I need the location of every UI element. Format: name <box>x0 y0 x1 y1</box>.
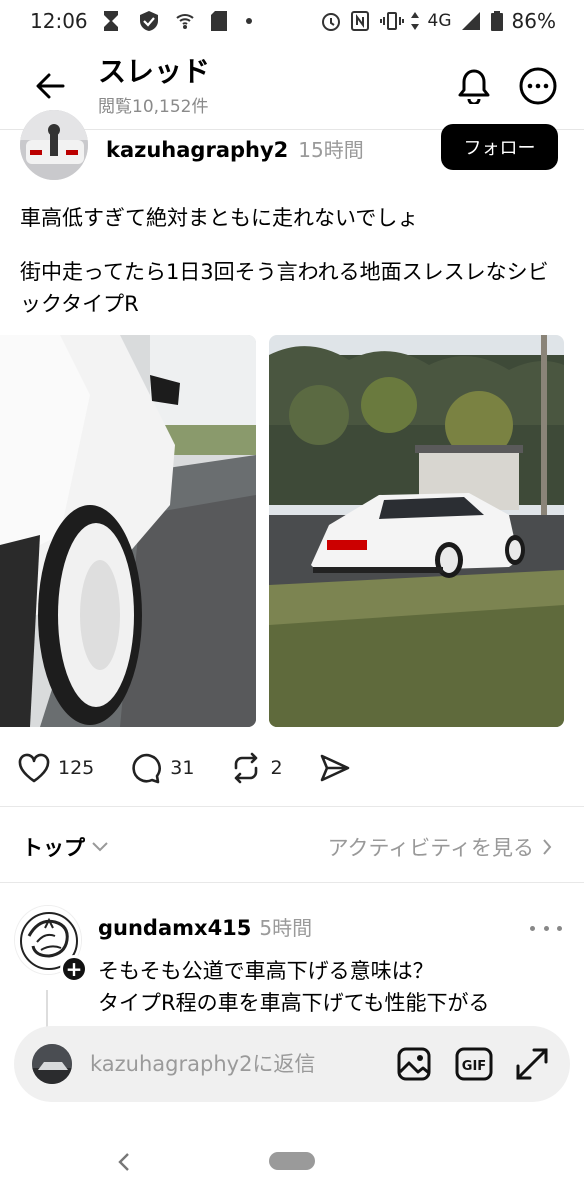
gif-button[interactable]: GIF <box>454 1044 494 1084</box>
notification-dot-icon <box>245 18 252 24</box>
post-actions: 125 31 2 <box>18 750 387 786</box>
home-pill[interactable] <box>269 1152 315 1170</box>
activity-link[interactable]: アクティビティを見る <box>328 832 552 862</box>
activity-link-label: アクティビティを見る <box>327 836 534 860</box>
gif-icon: GIF <box>455 1047 493 1081</box>
system-back-button[interactable] <box>112 1150 136 1174</box>
svg-text:GIF: GIF <box>462 1059 486 1074</box>
view-count: 閲覧10,152件 <box>98 97 209 117</box>
more-icon <box>519 67 557 105</box>
chevron-down-icon <box>92 842 108 852</box>
reply-author: gundamx415 5時間 <box>98 912 312 941</box>
dot-icon <box>557 925 562 931</box>
reply-input[interactable] <box>90 1046 380 1082</box>
post-text-line2: 街中走ってたら1日3回そう言われる地面スレスレなシビックタイプR <box>20 260 549 316</box>
comment-icon <box>132 753 162 784</box>
repost-button[interactable]: 2 <box>230 752 283 784</box>
post-avatar[interactable] <box>20 110 88 180</box>
alarm-icon <box>320 10 342 32</box>
post-text-line1: 車高低すぎて絶対まともに走れないでしょ <box>20 206 419 230</box>
reply-username[interactable]: gundamx415 <box>98 916 251 940</box>
chevron-left-icon <box>118 1153 129 1171</box>
attach-image-button[interactable] <box>394 1044 434 1084</box>
app-header: スレッド 閲覧10,152件 <box>0 42 584 130</box>
like-count: 125 <box>58 757 95 779</box>
comment-count: 31 <box>170 757 195 779</box>
wifi-call-icon <box>174 10 196 32</box>
reply-text-line2: タイプR程の車を車高下げても性能下がる <box>98 991 490 1015</box>
repost-icon <box>235 752 258 784</box>
thread-line <box>46 990 48 1030</box>
divider <box>0 806 584 807</box>
arrow-left-icon <box>36 73 65 99</box>
sd-card-icon <box>210 10 232 32</box>
more-options-button[interactable] <box>518 66 558 106</box>
battery-icon <box>490 10 504 32</box>
follow-plus-icon[interactable]: + <box>60 955 88 983</box>
reply-text: そもそも公道で車高下げる意味は？ タイプR程の車を車高下げても性能下がる <box>98 955 568 1019</box>
heart-icon <box>18 753 50 783</box>
bell-icon <box>458 69 490 104</box>
share-button[interactable] <box>319 753 351 783</box>
data-arrows-icon <box>410 10 420 32</box>
back-button[interactable] <box>30 66 70 106</box>
expand-composer-button[interactable] <box>512 1044 552 1084</box>
status-time: 12:06 <box>30 9 88 33</box>
sort-dropdown[interactable]: トップ <box>22 832 109 862</box>
reply-time: 5時間 <box>259 916 313 940</box>
status-bar: 12:06 4G 86% <box>0 0 584 42</box>
notifications-button[interactable] <box>454 66 494 106</box>
reply-text-line1: そもそも公道で車高下げる意味は？ <box>98 959 434 983</box>
image-icon <box>397 1047 431 1081</box>
system-nav-bar <box>0 1140 584 1200</box>
comment-button[interactable]: 31 <box>130 752 194 784</box>
chevron-right-icon <box>543 839 552 855</box>
sort-bar: トップ アクティビティを見る <box>0 826 584 866</box>
page-title: スレッド <box>98 55 211 88</box>
share-icon <box>320 754 349 782</box>
dot-icon <box>530 925 535 931</box>
repost-count: 2 <box>270 757 283 779</box>
vibrate-icon <box>379 10 404 32</box>
signal-icon <box>460 10 482 32</box>
nfc-icon <box>350 10 372 32</box>
header-titles: スレッド 閲覧10,152件 <box>98 54 210 117</box>
post-time: 15時間 <box>298 138 364 162</box>
like-button[interactable]: 125 <box>18 753 94 783</box>
post-image-2[interactable] <box>269 335 564 727</box>
network-type: 4G <box>427 11 452 31</box>
divider <box>0 882 584 883</box>
follow-button[interactable]: フォロー <box>441 124 558 170</box>
dot-icon <box>543 925 549 931</box>
expand-icon <box>516 1048 548 1080</box>
post-image-1[interactable] <box>0 335 256 727</box>
reply-composer: GIF <box>14 1026 570 1102</box>
composer-avatar <box>32 1044 72 1084</box>
post-username[interactable]: kazuhagraphy2 <box>106 138 288 162</box>
hourglass-icon <box>102 10 124 32</box>
sort-label: トップ <box>22 836 85 860</box>
reply-more-button[interactable] <box>530 918 562 938</box>
post-author: kazuhagraphy2 15時間 <box>106 134 364 163</box>
battery-level: 86% <box>511 9 556 33</box>
shield-check-icon <box>138 10 160 32</box>
